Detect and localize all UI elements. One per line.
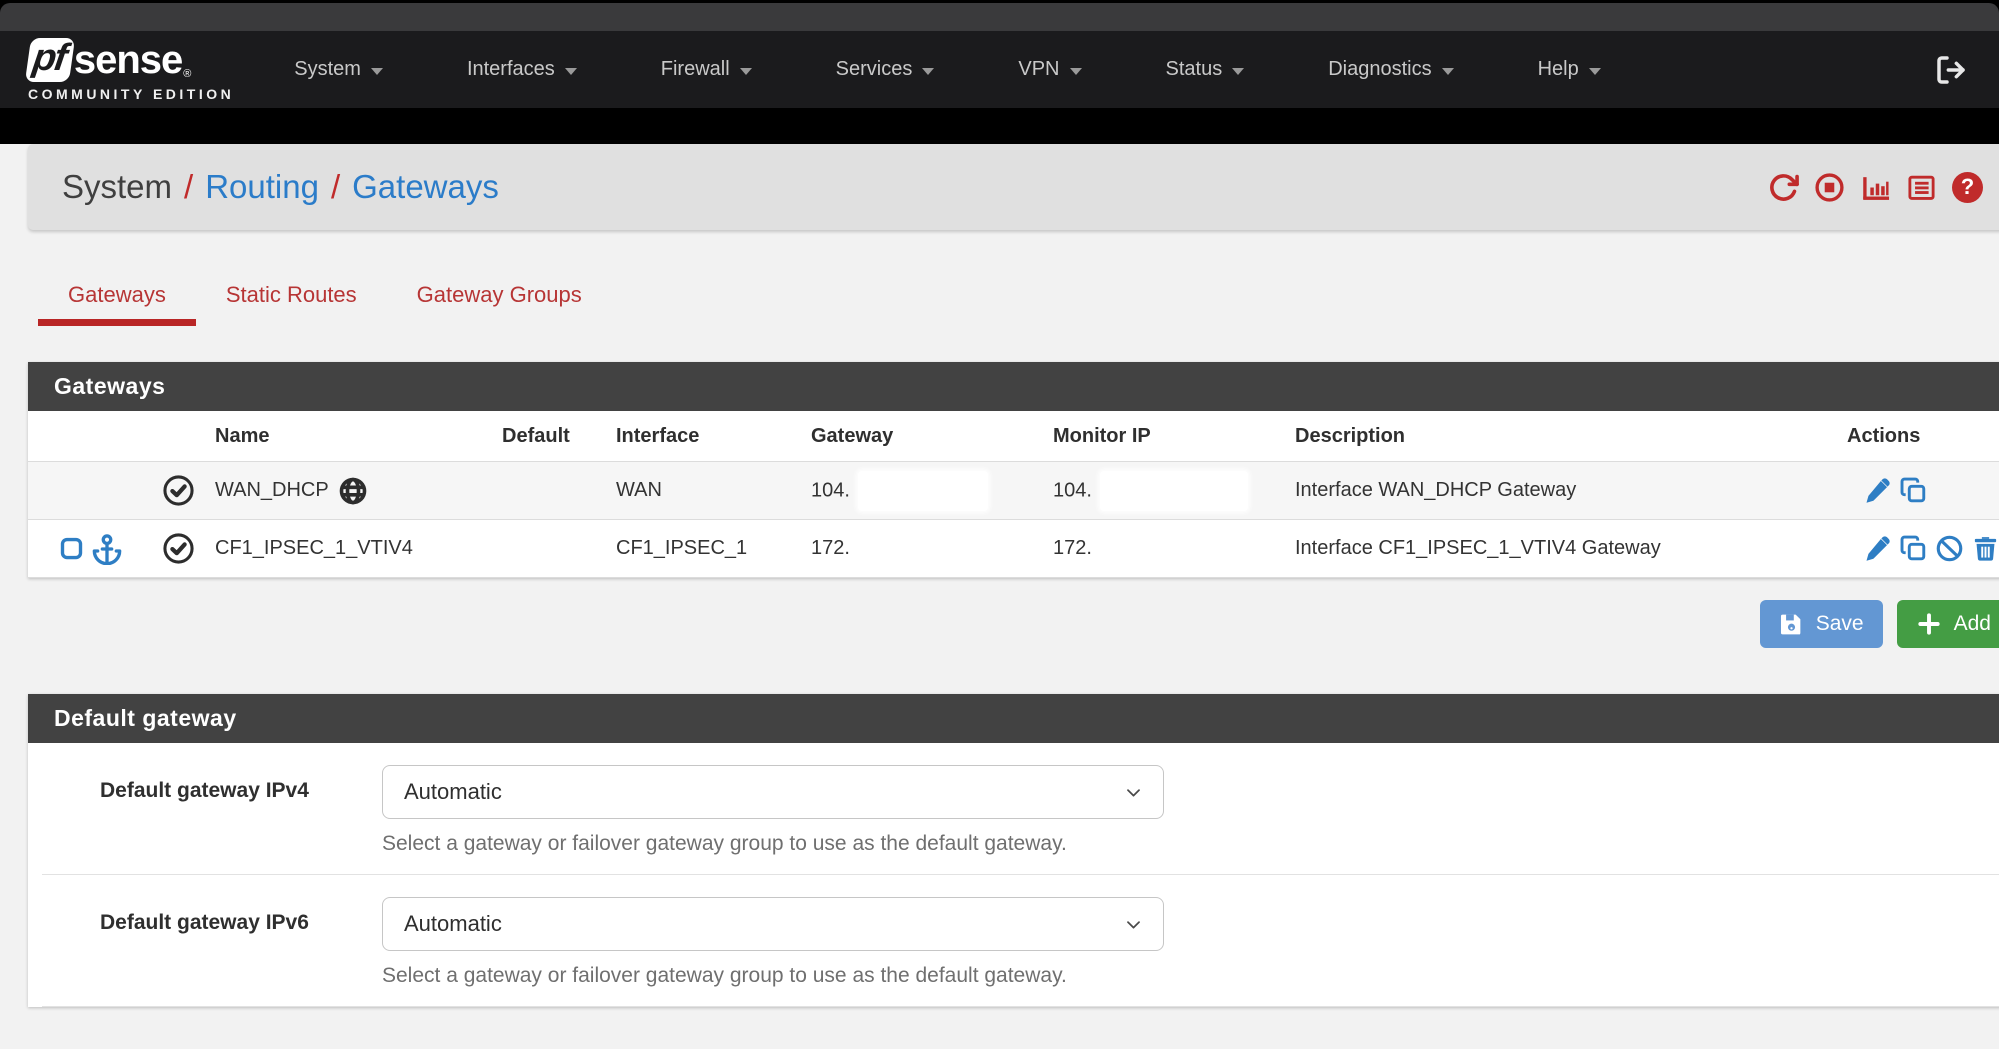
- redacted-value: [1100, 471, 1248, 511]
- add-button[interactable]: Add: [1897, 600, 1999, 648]
- col-monitor-ip: Monitor IP: [1053, 425, 1295, 448]
- menu-interfaces[interactable]: Interfaces: [425, 44, 619, 95]
- gateway-monitor-ip: 172.: [1053, 537, 1092, 559]
- chevron-down-icon: [1124, 915, 1143, 934]
- menu-vpn[interactable]: VPN: [976, 44, 1123, 95]
- help-icon[interactable]: ?: [1952, 172, 1983, 203]
- tab-gateway-groups[interactable]: Gateway Groups: [387, 272, 612, 326]
- default-gateway-ipv4-label: Default gateway IPv4: [42, 765, 382, 856]
- menu-status[interactable]: Status: [1124, 44, 1287, 95]
- default-gateway-ipv4-select[interactable]: Automatic: [382, 765, 1164, 819]
- caret-down-icon: [1442, 68, 1454, 75]
- edit-icon[interactable]: [1863, 476, 1892, 505]
- default-gateway-ipv6-label: Default gateway IPv6: [42, 897, 382, 988]
- gateway-description: Interface CF1_IPSEC_1_VTIV4 Gateway: [1295, 537, 1819, 560]
- save-button[interactable]: Save: [1760, 600, 1883, 648]
- check-circle-icon: [161, 473, 196, 508]
- tab-bar: Gateways Static Routes Gateway Groups: [38, 272, 1999, 326]
- caret-down-icon: [1589, 68, 1601, 75]
- table-row-wan-dhcp: WAN_DHCP WAN 104. 104. Interface WAN_DHC…: [28, 462, 1999, 520]
- caret-down-icon: [922, 68, 934, 75]
- chart-icon[interactable]: [1860, 172, 1891, 203]
- edit-icon[interactable]: [1863, 534, 1892, 563]
- gateway-address: 104.: [811, 479, 850, 501]
- default-gateway-panel: Default gateway Default gateway IPv4 Aut…: [28, 694, 1999, 1007]
- logout-icon[interactable]: [1935, 54, 1967, 86]
- menu-firewall[interactable]: Firewall: [619, 44, 794, 95]
- gateway-monitor-ip: 104.: [1053, 479, 1092, 501]
- col-name: Name: [215, 425, 502, 448]
- gateway-interface: CF1_IPSEC_1: [616, 537, 811, 560]
- gateways-panel: Gateways Name Default Interface Gateway …: [28, 362, 1999, 578]
- default-gateway-ipv4-help: Select a gateway or failover gateway gro…: [382, 832, 1164, 856]
- save-icon: [1779, 612, 1804, 637]
- redacted-value: [858, 471, 988, 511]
- brand-tagline: COMMUNITY EDITION: [28, 86, 234, 102]
- square-checkbox-icon[interactable]: [58, 535, 85, 562]
- main-menu: System Interfaces Firewall Services VPN …: [252, 44, 1642, 95]
- col-default: Default: [502, 425, 616, 448]
- copy-icon[interactable]: [1899, 534, 1928, 563]
- disable-icon[interactable]: [1935, 534, 1964, 563]
- default-gateway-panel-title: Default gateway: [28, 694, 1999, 743]
- col-actions: Actions: [1819, 425, 1999, 448]
- delete-icon[interactable]: [1971, 534, 1999, 563]
- col-description: Description: [1295, 425, 1819, 448]
- chevron-down-icon: [1124, 783, 1143, 802]
- menu-diagnostics[interactable]: Diagnostics: [1286, 44, 1495, 95]
- default-gateway-ipv6-help: Select a gateway or failover gateway gro…: [382, 964, 1164, 988]
- caret-down-icon: [740, 68, 752, 75]
- refresh-icon[interactable]: [1768, 172, 1799, 203]
- page-toolbar: ?: [1768, 144, 1983, 230]
- breadcrumb-root: System: [62, 168, 172, 206]
- tab-static-routes[interactable]: Static Routes: [196, 272, 387, 326]
- check-circle-icon: [161, 531, 196, 566]
- window-title-strip: [0, 3, 1999, 31]
- gateway-interface: WAN: [616, 479, 811, 502]
- breadcrumb-link-gateways[interactable]: Gateways: [352, 168, 499, 206]
- default-gateway-ipv6-select[interactable]: Automatic: [382, 897, 1164, 951]
- anchor-icon: [91, 533, 123, 565]
- menu-services[interactable]: Services: [794, 44, 977, 95]
- caret-down-icon: [565, 68, 577, 75]
- brand-name: sense: [74, 40, 182, 80]
- menu-help[interactable]: Help: [1496, 44, 1643, 95]
- gateway-name: CF1_IPSEC_1_VTIV4: [215, 537, 413, 560]
- pfsense-logo[interactable]: pf sense ® COMMUNITY EDITION: [28, 38, 234, 102]
- gateway-address: 172.: [811, 537, 850, 559]
- globe-icon: [338, 476, 368, 506]
- pf-logo-box: pf: [25, 38, 75, 82]
- gateways-panel-title: Gateways: [28, 362, 1999, 411]
- caret-down-icon: [371, 68, 383, 75]
- page-body: System / Routing / Gateways: [0, 144, 1999, 1049]
- copy-icon[interactable]: [1899, 476, 1928, 505]
- log-list-icon[interactable]: [1906, 172, 1937, 203]
- col-gateway: Gateway: [811, 425, 1053, 448]
- gateway-description: Interface WAN_DHCP Gateway: [1295, 479, 1819, 502]
- menu-system[interactable]: System: [252, 44, 425, 95]
- stop-icon[interactable]: [1814, 172, 1845, 203]
- caret-down-icon: [1232, 68, 1244, 75]
- col-interface: Interface: [616, 425, 811, 448]
- form-row-ipv4: Default gateway IPv4 Automatic Select a …: [42, 743, 1999, 875]
- table-row-cf1-ipsec: CF1_IPSEC_1_VTIV4 CF1_IPSEC_1 172. 172. …: [28, 520, 1999, 578]
- breadcrumb-separator: /: [184, 168, 193, 206]
- breadcrumb: System / Routing / Gateways: [28, 144, 1999, 230]
- breadcrumb-separator: /: [331, 168, 340, 206]
- caret-down-icon: [1070, 68, 1082, 75]
- gateways-table-header: Name Default Interface Gateway Monitor I…: [28, 411, 1999, 462]
- plus-icon: [1916, 611, 1942, 637]
- top-navbar: pf sense ® COMMUNITY EDITION System Inte…: [0, 31, 1999, 108]
- breadcrumb-link-routing[interactable]: Routing: [205, 168, 319, 206]
- form-row-ipv6: Default gateway IPv6 Automatic Select a …: [42, 875, 1999, 1007]
- registered-mark: ®: [183, 68, 191, 80]
- tab-gateways[interactable]: Gateways: [38, 272, 196, 326]
- table-actions: Save Add: [28, 578, 1999, 648]
- gateway-name: WAN_DHCP: [215, 479, 329, 502]
